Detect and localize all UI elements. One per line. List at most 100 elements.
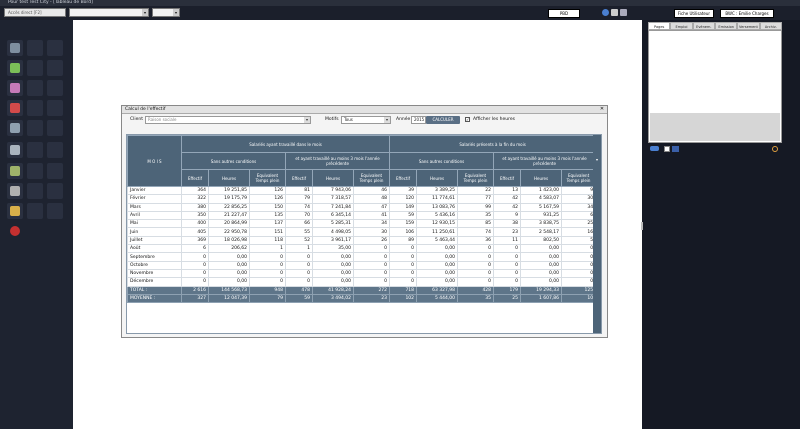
value-cell: 0 xyxy=(457,277,495,287)
bar-chart-icon xyxy=(10,206,20,216)
sidebar-item-empty[interactable] xyxy=(27,163,43,179)
sidebar-item-empty[interactable] xyxy=(27,100,43,116)
sidebar-item-empty[interactable] xyxy=(27,40,43,56)
calculer-button[interactable]: CALCULER xyxy=(426,116,460,124)
month-cell: TOTAL : xyxy=(127,285,182,295)
value-cell: 0,00 xyxy=(520,277,563,287)
sidebar-item-empty[interactable] xyxy=(47,100,63,116)
sidebar-item-empty[interactable] xyxy=(27,183,43,199)
motifs-select[interactable]: Tous ▾ xyxy=(341,116,391,124)
chevron-down-icon: ▾ xyxy=(595,157,598,162)
table-row[interactable]: Avril 350 21 227,47 135 70 6 345,14 41 59 5 436,… xyxy=(127,210,597,221)
value-cell: 0,00 xyxy=(208,268,250,279)
value-cell: 0 xyxy=(352,277,391,287)
splitter-handle[interactable] xyxy=(641,222,643,230)
value-cell: 0 xyxy=(285,252,313,262)
sidebar-item-empty[interactable] xyxy=(47,142,63,158)
table-row[interactable]: Décembre 0 0,00 0 0 0,00 0 0 0,00 0 0 0,00 0 xyxy=(127,277,597,287)
value-cell: 364 xyxy=(181,185,209,196)
total-row[interactable]: TOTAL :2 616 144 568,73 948 478 41 928,24 272… xyxy=(127,285,597,295)
sidebar-item-empty[interactable] xyxy=(47,203,63,219)
table-scroll-column[interactable]: ▾ xyxy=(593,135,601,333)
value-cell: 0,00 xyxy=(520,268,563,279)
value-cell: 42 xyxy=(493,194,522,204)
pbd-button[interactable]: PBD xyxy=(548,9,580,18)
table-row[interactable]: Août 6 206,62 1 1 35,00 0 0 0,00 0 0 0,00 0 xyxy=(127,244,597,254)
monitor-icon[interactable] xyxy=(620,9,627,16)
value-cell: 38 xyxy=(493,219,522,229)
table-row[interactable]: Mars 380 22 856,25 150 74 7 241,84 47 149 13 083… xyxy=(127,202,597,212)
direct-access-input[interactable]: Accès direct [F2] xyxy=(4,8,66,17)
value-cell: 85 xyxy=(457,219,495,229)
col-effectif: Effectif xyxy=(181,169,209,187)
chat-icon[interactable] xyxy=(650,146,659,151)
table-row[interactable]: Septembre 0 0,00 0 0 0,00 0 0 0,00 0 0 0,00 0 xyxy=(127,252,597,262)
tab-evenem[interactable]: Evénem. xyxy=(692,22,715,30)
sidebar-item-empty[interactable] xyxy=(47,40,63,56)
table-row[interactable]: Janvier 364 19 251,85 126 81 7 943,06 46 39 3 38… xyxy=(127,185,597,196)
table-row[interactable]: Novembre 0 0,00 0 0 0,00 0 0 0,00 0 0 0,00 0 xyxy=(127,268,597,279)
refresh-icon[interactable] xyxy=(772,146,778,152)
sidebar-item-empty[interactable] xyxy=(47,163,63,179)
value-cell: 11 774,61 xyxy=(416,194,459,204)
sidebar-item-4[interactable] xyxy=(7,100,23,116)
sidebar-item-empty[interactable] xyxy=(47,183,63,199)
col-heures: Heures xyxy=(208,169,250,187)
afficher-heures-checkbox[interactable]: ✓ xyxy=(465,117,470,122)
sidebar-item-empty[interactable] xyxy=(47,60,63,76)
globe-icon[interactable] xyxy=(602,9,609,16)
tab-versement[interactable]: Versement xyxy=(737,22,760,30)
bwc-user-button[interactable]: BWC : Emilie Charges xyxy=(720,9,774,18)
table-row[interactable]: Juillet 369 18 026,98 118 52 3 961,17 26 89 5 46… xyxy=(127,235,597,246)
moyenne-row[interactable]: MOYENNE :327 12 047,39 79 59 3 494,02 23 102 5 … xyxy=(127,293,597,304)
sidebar-item-empty[interactable] xyxy=(27,120,43,136)
sidebar-item-9[interactable] xyxy=(7,203,23,219)
sidebar-item-1[interactable] xyxy=(7,40,23,56)
document-icon[interactable] xyxy=(664,146,670,152)
sidebar-item-6[interactable] xyxy=(7,142,23,158)
col-effectif: Effectif xyxy=(493,169,522,187)
sidebar-item-empty[interactable] xyxy=(47,120,63,136)
effectif-grid: M O I S Salariés ayant travaillé dans le… xyxy=(126,134,602,334)
client-select[interactable]: Raison sociale ▾ xyxy=(145,116,311,124)
value-cell: 89 xyxy=(389,235,418,246)
close-icon[interactable]: ✕ xyxy=(599,106,605,112)
annee-input[interactable]: 2015 xyxy=(411,116,426,124)
col-equivalent: Equivalent Temps plein xyxy=(352,169,391,187)
sidebar-item-empty[interactable] xyxy=(27,203,43,219)
sidebar-item-8[interactable] xyxy=(7,183,23,199)
value-cell: 3 389,25 xyxy=(416,185,459,196)
sidebar-item-7[interactable] xyxy=(7,163,23,179)
sidebar-item-2[interactable] xyxy=(7,60,23,76)
sidebar-item-empty[interactable] xyxy=(27,60,43,76)
tab-pages[interactable]: Pages xyxy=(648,22,671,30)
value-cell: 0 xyxy=(181,252,209,262)
table-row[interactable]: Juin 405 22 950,78 151 55 4 498,05 30 106 11 250… xyxy=(127,227,597,237)
table-row[interactable]: Mai 400 20 864,99 137 66 5 285,31 34 159 12 930,… xyxy=(127,219,597,229)
sidebar-item-power[interactable] xyxy=(7,223,23,239)
users-icon[interactable] xyxy=(672,146,679,152)
fiche-utilisateur-button[interactable]: Fiche Utilisateur xyxy=(674,9,714,18)
toolbar-dropdown-1[interactable]: ▾ xyxy=(69,8,149,17)
value-cell: 11 250,61 xyxy=(416,227,459,237)
table-row[interactable]: Octobre 0 0,00 0 0 0,00 0 0 0,00 0 0 0,00 0 xyxy=(127,260,597,270)
table-row[interactable]: Février 322 19 175,79 126 79 7 318,57 48 120 11 … xyxy=(127,194,597,204)
month-cell: Septembre xyxy=(127,252,182,262)
sidebar-item-empty[interactable] xyxy=(27,142,43,158)
sidebar-item-empty[interactable] xyxy=(47,80,63,96)
tab-emploi[interactable]: Emploi xyxy=(670,22,693,30)
value-cell: 0 xyxy=(389,244,418,254)
value-cell: 6 345,14 xyxy=(312,210,354,221)
value-cell: 47 xyxy=(352,202,391,212)
grid-icon[interactable] xyxy=(611,9,618,16)
sidebar-item-5[interactable] xyxy=(7,120,23,136)
tab-emission[interactable]: Emission xyxy=(714,22,738,30)
filter-bar: Client Raison sociale ▾ Motifs Tous ▾ An… xyxy=(122,114,607,126)
tab-archiv[interactable]: Archiv. xyxy=(759,22,782,30)
dialog-title-bar: Calcul de l'effectif ✕ xyxy=(122,106,607,114)
value-cell: 369 xyxy=(181,235,209,246)
toolbar-dropdown-2[interactable]: ▾ xyxy=(152,8,180,17)
sidebar-item-3[interactable] xyxy=(7,80,23,96)
value-cell: 55 xyxy=(285,227,313,237)
sidebar-item-empty[interactable] xyxy=(27,80,43,96)
